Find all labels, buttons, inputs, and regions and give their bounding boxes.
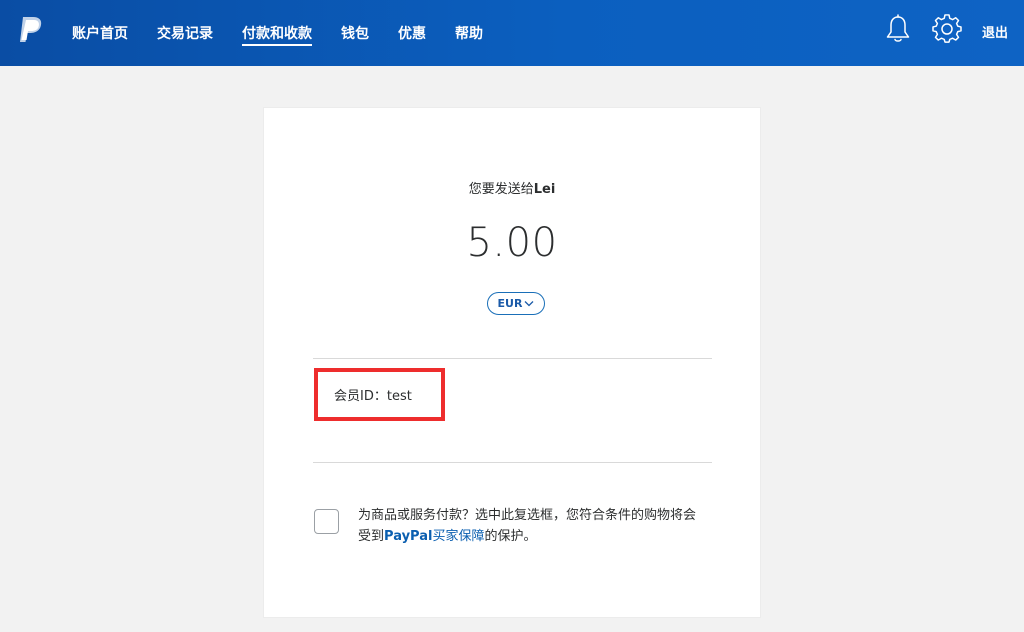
- gear-icon[interactable]: [932, 14, 962, 44]
- logout-link[interactable]: 退出: [982, 22, 1008, 41]
- nav-offers[interactable]: 优惠: [398, 0, 426, 66]
- send-to-heading: 您要发送给Lei: [264, 178, 760, 197]
- nav-wallet[interactable]: 钱包: [341, 0, 369, 66]
- amount-value[interactable]: 5.00: [264, 220, 760, 266]
- protection-text-after: 的保护。: [484, 529, 537, 544]
- currency-code: EUR: [497, 297, 523, 310]
- send-money-card: 您要发送给Lei 5.00 EUR 会员ID：test 为商品或服务付款？选中此…: [263, 107, 761, 618]
- paypal-brand-text: PayPal: [384, 529, 433, 544]
- nav-transactions[interactable]: 交易记录: [157, 0, 213, 66]
- buyer-protection-link-text: 买家保障: [432, 529, 485, 544]
- buyer-protection-text: 为商品或服务付款？选中此复选框，您符合条件的购物将会受到PayPal买家保障的保…: [358, 505, 708, 547]
- top-navigation-bar: 账户首页 交易记录 付款和收款 钱包 优惠 帮助 退出: [0, 0, 1024, 66]
- chevron-down-icon: [524, 301, 534, 307]
- currency-selector[interactable]: EUR: [487, 292, 545, 315]
- recipient-name: Lei: [533, 182, 556, 197]
- paypal-logo-icon[interactable]: [17, 15, 43, 45]
- member-id-highlight: 会员ID：test: [314, 368, 445, 421]
- member-id-text: 会员ID：test: [334, 389, 412, 404]
- send-to-prefix: 您要发送给: [468, 182, 534, 197]
- bell-icon[interactable]: [884, 14, 912, 44]
- nav-account-home[interactable]: 账户首页: [72, 0, 128, 66]
- main-nav: 账户首页 交易记录 付款和收款 钱包 优惠 帮助: [72, 0, 512, 66]
- buyer-protection-link[interactable]: PayPal买家保障: [384, 529, 484, 544]
- nav-send-and-request[interactable]: 付款和收款: [242, 0, 312, 66]
- buyer-protection-checkbox[interactable]: [314, 509, 339, 534]
- nav-help[interactable]: 帮助: [455, 0, 483, 66]
- divider: [313, 462, 712, 463]
- divider: [313, 358, 712, 359]
